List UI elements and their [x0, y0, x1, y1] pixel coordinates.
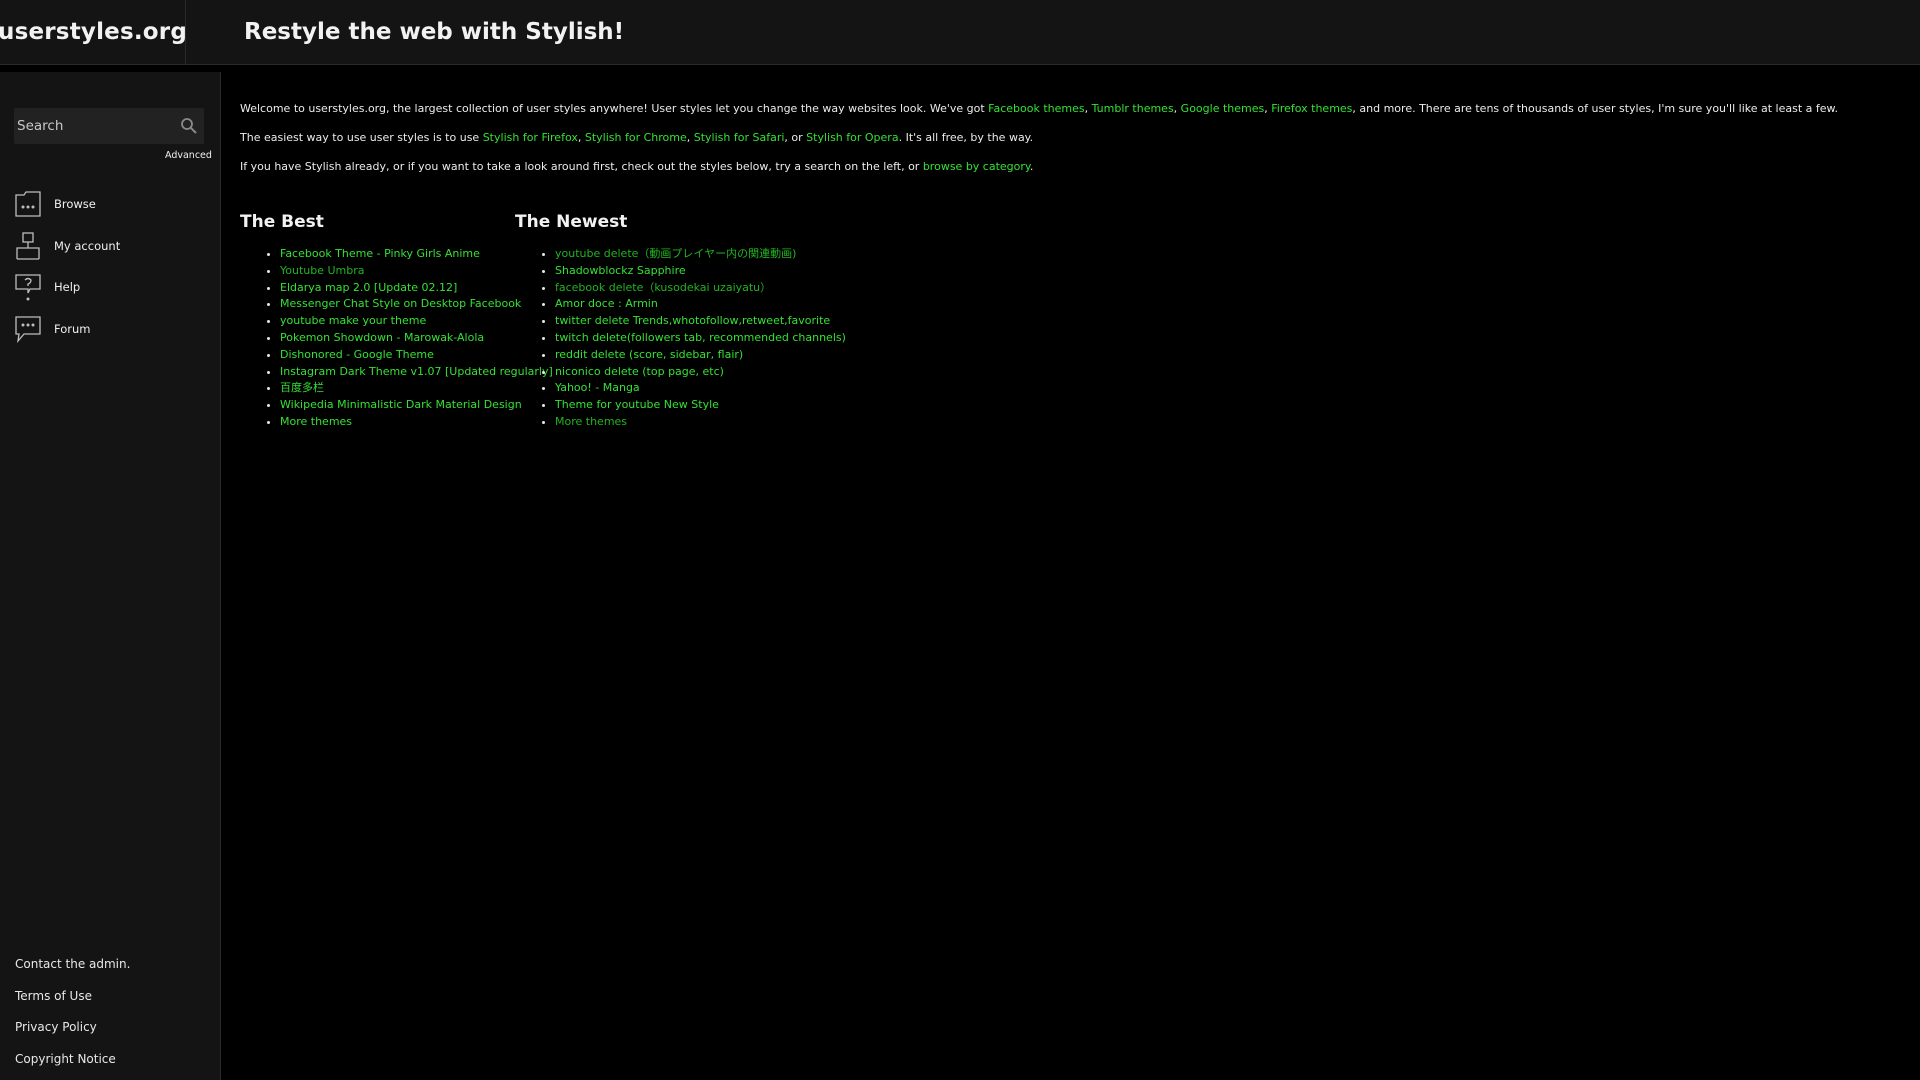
list-item: Wikipedia Minimalistic Dark Material Des…	[280, 397, 553, 414]
style-link[interactable]: twitch delete(followers tab, recommended…	[555, 331, 846, 344]
intro-paragraph-3: If you have Stylish already, or if you w…	[240, 158, 1900, 175]
style-link[interactable]: Facebook Theme - Pinky Girls Anime	[280, 247, 480, 260]
style-link[interactable]: youtube make your theme	[280, 314, 426, 327]
sidebar: Advanced Browse My account Help	[0, 72, 221, 1080]
newest-heading: The Newest	[515, 212, 628, 232]
separator: ,	[577, 131, 585, 144]
footer-terms-link[interactable]: Terms of Use	[15, 989, 92, 1003]
intro-text: The easiest way to use user styles is to…	[240, 131, 483, 144]
list-item: Theme for youtube New Style	[555, 397, 846, 414]
intro-paragraph-2: The easiest way to use user styles is to…	[240, 129, 1900, 146]
site-header: userstyles.org Restyle the web with Styl…	[0, 0, 1920, 65]
style-link[interactable]: Amor doce : Armin	[555, 297, 658, 310]
footer-privacy-link[interactable]: Privacy Policy	[15, 1020, 97, 1034]
style-link[interactable]: Yahoo! - Manga	[555, 381, 640, 394]
stylish-chrome-link[interactable]: Stylish for Chrome	[585, 131, 687, 144]
list-item: Amor doce : Armin	[555, 296, 846, 313]
list-item: youtube delete（動画プレイヤー内の関連動画)	[555, 246, 846, 263]
account-icon	[16, 232, 40, 260]
advanced-search-link[interactable]: Advanced	[165, 150, 212, 161]
google-themes-link[interactable]: Google themes	[1181, 102, 1265, 115]
list-item: Yahoo! - Manga	[555, 380, 846, 397]
separator: ,	[1084, 102, 1092, 115]
style-link[interactable]: niconico delete (top page, etc)	[555, 365, 724, 378]
separator: ,	[686, 131, 694, 144]
intro-text: Welcome to userstyles.org, the largest c…	[240, 102, 989, 115]
tumblr-themes-link[interactable]: Tumblr themes	[1092, 102, 1174, 115]
footer-contact-admin-link[interactable]: Contact the admin.	[15, 957, 130, 971]
intro-text: If you have Stylish already, or if you w…	[240, 160, 923, 173]
site-tagline: Restyle the web with Stylish!	[244, 19, 625, 45]
search-box	[14, 108, 204, 144]
forum-chat-icon	[15, 316, 41, 344]
nav-label: My account	[54, 239, 121, 253]
newest-styles-section: The Newest youtube delete（動画プレイヤー内の関連動画)…	[515, 212, 846, 431]
list-item: Pokemon Showdown - Marowak-Alola	[280, 330, 553, 347]
style-link[interactable]: facebook delete（kusodekai uzaiyatu）	[555, 281, 771, 294]
newest-styles-list: youtube delete（動画プレイヤー内の関連動画) Shadowbloc…	[515, 246, 846, 431]
nav-forum[interactable]: Forum	[14, 314, 204, 344]
list-item: Facebook Theme - Pinky Girls Anime	[280, 246, 553, 263]
stylish-firefox-link[interactable]: Stylish for Firefox	[483, 131, 578, 144]
facebook-themes-link[interactable]: Facebook themes	[988, 102, 1084, 115]
search-input[interactable]	[14, 108, 177, 144]
list-item: youtube make your theme	[280, 313, 553, 330]
browse-folder-icon	[15, 191, 41, 217]
footer-copyright-link[interactable]: Copyright Notice	[15, 1052, 116, 1066]
intro-text: . It's all free, by the way.	[898, 131, 1034, 144]
list-item: reddit delete (score, sidebar, flair)	[555, 347, 846, 364]
list-item: facebook delete（kusodekai uzaiyatu）	[555, 280, 846, 297]
more-themes-link[interactable]: More themes	[280, 415, 352, 428]
style-link[interactable]: Pokemon Showdown - Marowak-Alola	[280, 331, 484, 344]
stylish-safari-link[interactable]: Stylish for Safari	[694, 131, 785, 144]
main-content: Welcome to userstyles.org, the largest c…	[240, 100, 1900, 428]
nav-label: Browse	[54, 197, 96, 211]
style-link[interactable]: Dishonored - Google Theme	[280, 348, 434, 361]
list-item: More themes	[280, 414, 553, 431]
list-item: 百度多栏	[280, 380, 553, 397]
firefox-themes-link[interactable]: Firefox themes	[1271, 102, 1352, 115]
best-styles-section: The Best Facebook Theme - Pinky Girls An…	[240, 212, 553, 431]
style-link[interactable]: Shadowblockz Sapphire	[555, 264, 686, 277]
more-themes-link[interactable]: More themes	[555, 415, 627, 428]
nav-my-account[interactable]: My account	[14, 231, 204, 261]
list-item: Messenger Chat Style on Desktop Facebook	[280, 296, 553, 313]
style-link[interactable]: Instagram Dark Theme v1.07 [Updated regu…	[280, 365, 553, 378]
help-icon	[15, 274, 41, 301]
site-logo-link[interactable]: userstyles.org	[0, 0, 187, 64]
list-item: Shadowblockz Sapphire	[555, 263, 846, 280]
best-styles-list: Facebook Theme - Pinky Girls Anime Youtu…	[240, 246, 553, 431]
list-item: niconico delete (top page, etc)	[555, 364, 846, 381]
browse-by-category-link[interactable]: browse by category	[923, 160, 1030, 173]
style-link[interactable]: Eldarya map 2.0 [Update 02.12]	[280, 281, 457, 294]
separator: ,	[1173, 102, 1181, 115]
style-link[interactable]: Wikipedia Minimalistic Dark Material Des…	[280, 398, 522, 411]
list-item: twitch delete(followers tab, recommended…	[555, 330, 846, 347]
intro-text: .	[1029, 160, 1034, 173]
intro-text: , and more. There are tens of thousands …	[1352, 102, 1839, 115]
nav-label: Help	[54, 280, 81, 294]
stylish-opera-link[interactable]: Stylish for Opera	[806, 131, 898, 144]
style-link[interactable]: twitter delete Trends,whotofollow,retwee…	[555, 314, 830, 327]
style-link[interactable]: reddit delete (score, sidebar, flair)	[555, 348, 743, 361]
nav-label: Forum	[54, 322, 91, 336]
intro-paragraph-1: Welcome to userstyles.org, the largest c…	[240, 100, 1900, 117]
style-link[interactable]: Youtube Umbra	[280, 264, 365, 277]
separator: , or	[784, 131, 807, 144]
list-item: Instagram Dark Theme v1.07 [Updated regu…	[280, 364, 553, 381]
search-icon[interactable]	[180, 117, 198, 135]
list-item: Dishonored - Google Theme	[280, 347, 553, 364]
style-link[interactable]: youtube delete（動画プレイヤー内の関連動画)	[555, 247, 796, 260]
style-link[interactable]: Theme for youtube New Style	[555, 398, 719, 411]
style-link[interactable]: Messenger Chat Style on Desktop Facebook	[280, 297, 521, 310]
best-heading: The Best	[240, 212, 324, 232]
list-item: Youtube Umbra	[280, 263, 553, 280]
nav-help[interactable]: Help	[14, 272, 204, 302]
style-link[interactable]: 百度多栏	[280, 381, 324, 394]
list-item: twitter delete Trends,whotofollow,retwee…	[555, 313, 846, 330]
nav-browse[interactable]: Browse	[14, 189, 204, 219]
list-item: More themes	[555, 414, 846, 431]
list-item: Eldarya map 2.0 [Update 02.12]	[280, 280, 553, 297]
